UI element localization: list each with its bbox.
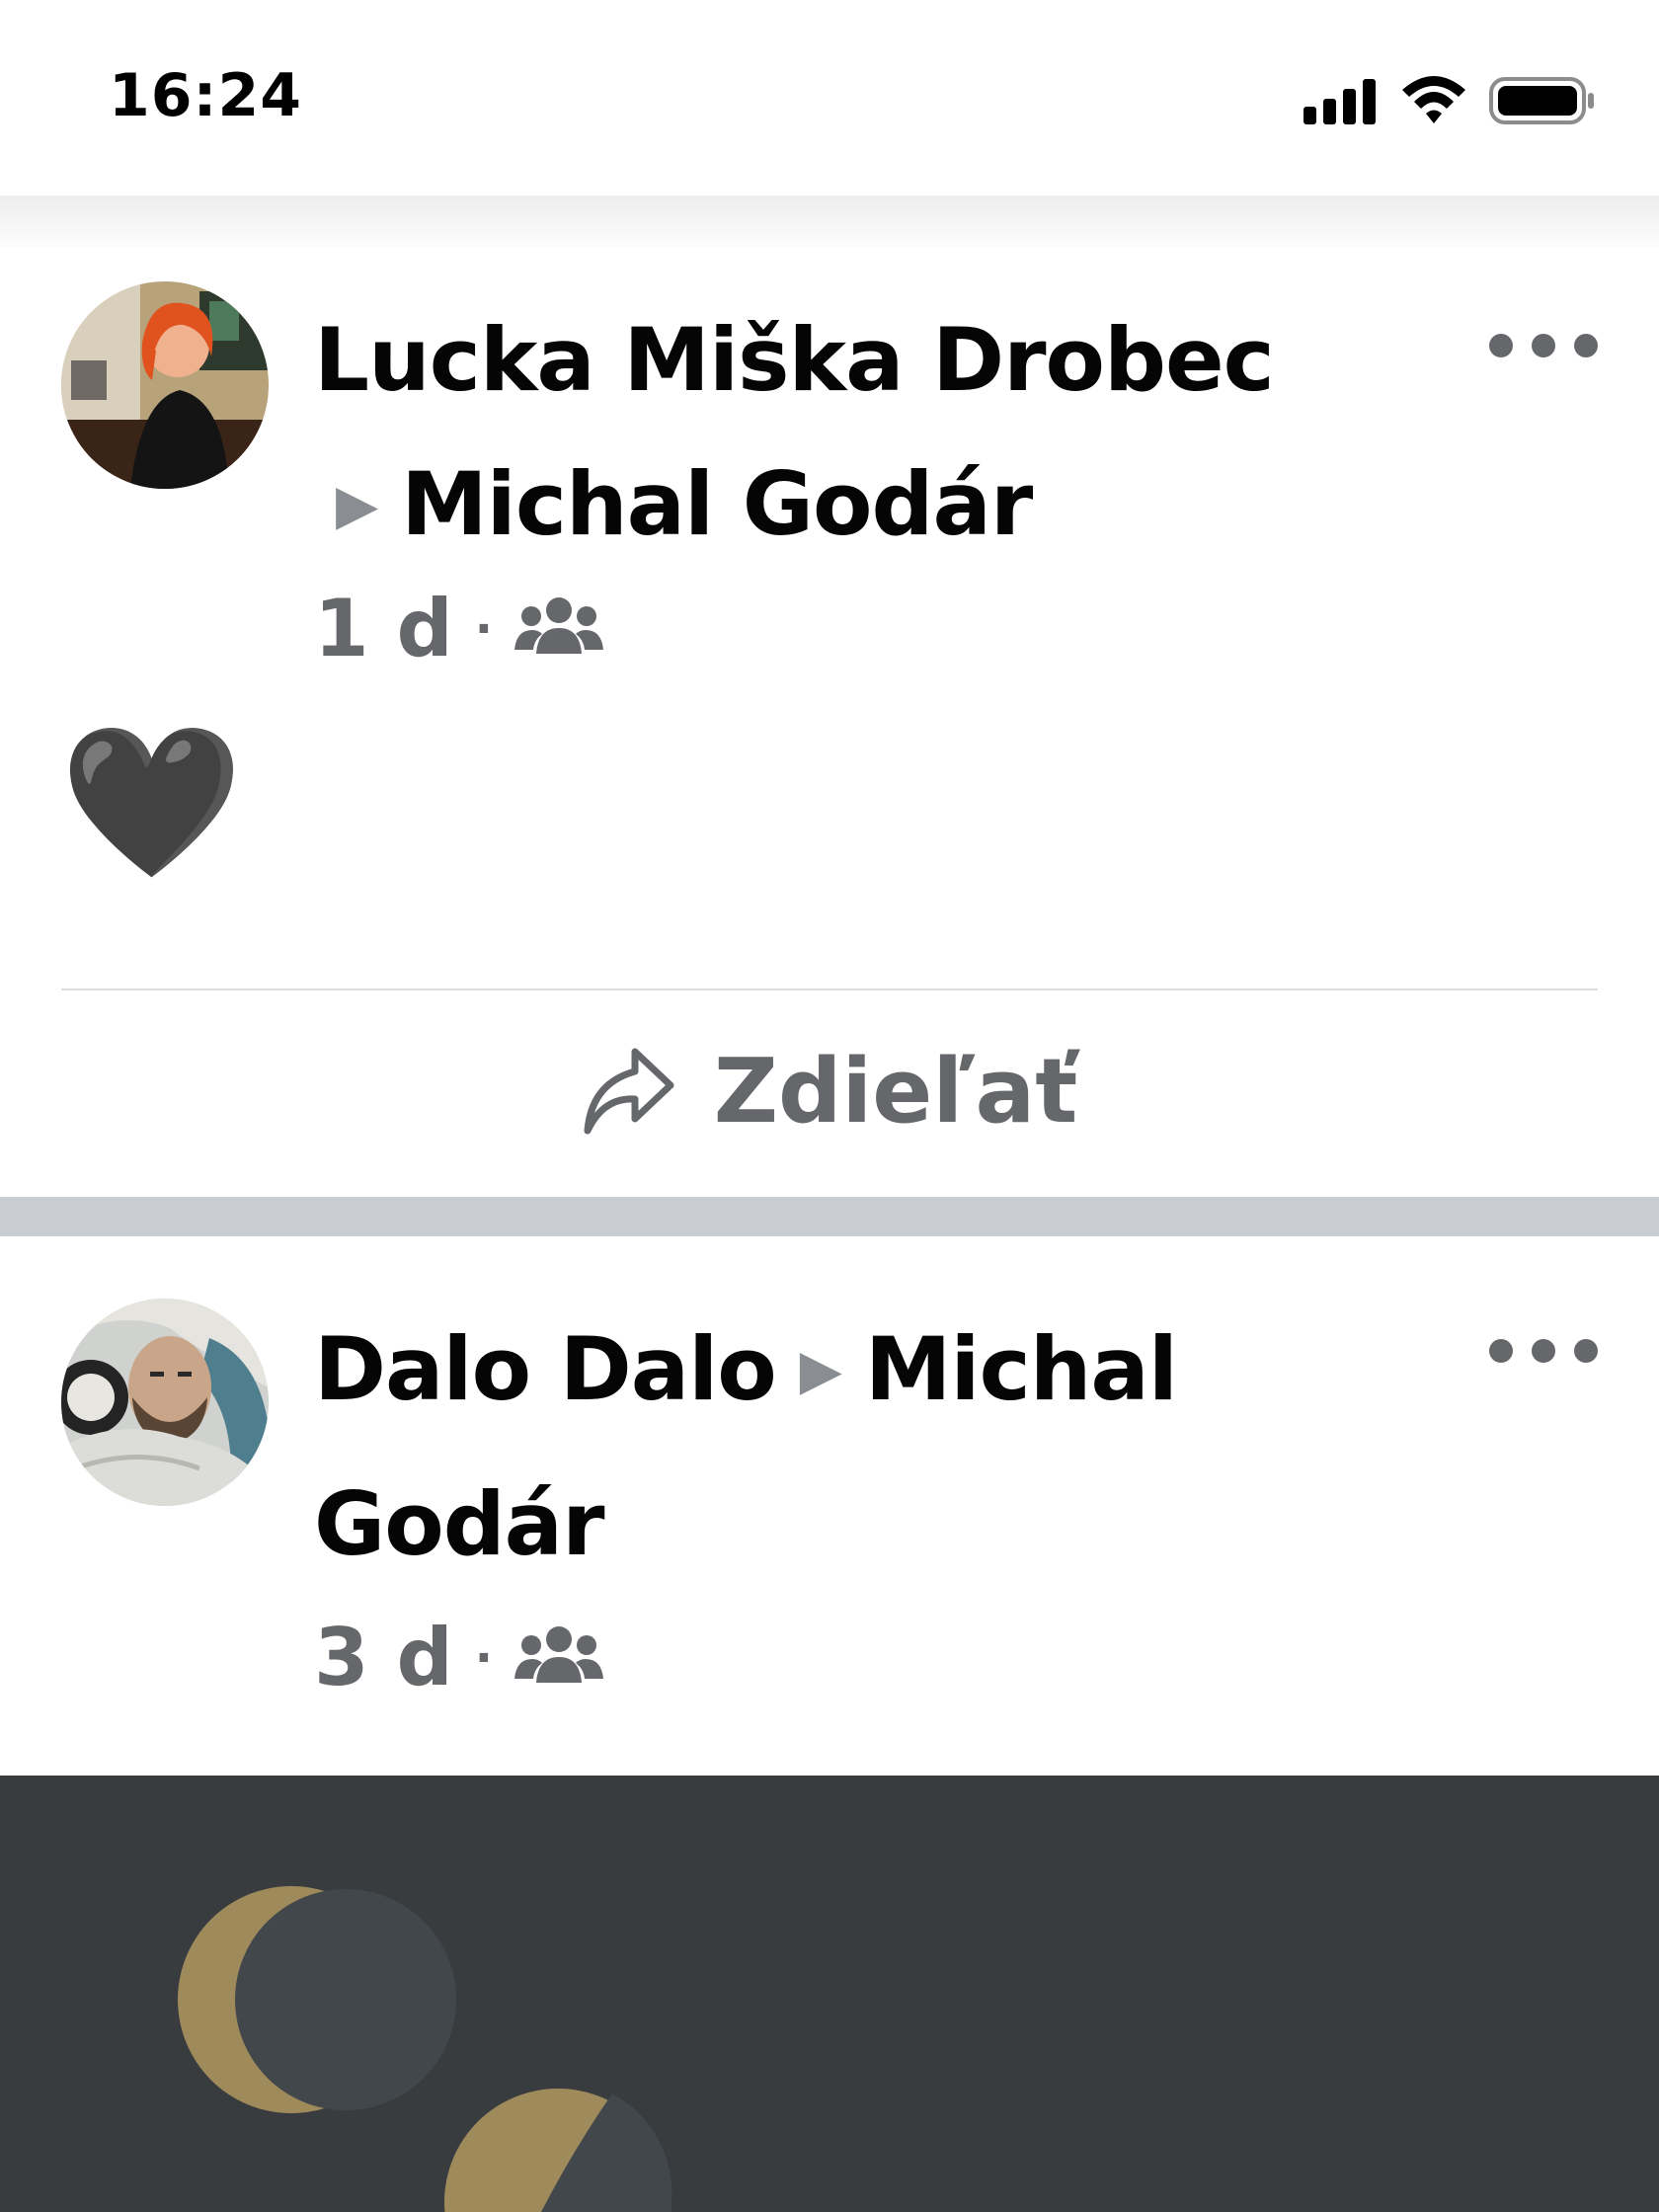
group-icon bbox=[514, 1612, 604, 1703]
dot-icon bbox=[1489, 1339, 1513, 1363]
to-arrow-icon: ▶ bbox=[336, 473, 378, 538]
post-time[interactable]: 1 d bbox=[314, 583, 453, 674]
dot-icon bbox=[1574, 1339, 1598, 1363]
share-label: Zdieľať bbox=[713, 1039, 1078, 1144]
author-name[interactable]: Lucka Miška Drobec bbox=[314, 309, 1275, 411]
status-bar: 16:24 bbox=[0, 0, 1659, 198]
post: Lucka Miška Drobec ▶ Michal Godár 1 d · 🖤 bbox=[0, 247, 1659, 1195]
moon-phase-icon bbox=[178, 1886, 456, 2113]
post-time[interactable]: 3 d bbox=[314, 1612, 453, 1703]
action-divider bbox=[61, 988, 1598, 990]
to-arrow-icon: ▶ bbox=[799, 1338, 842, 1403]
dot-icon bbox=[1532, 334, 1555, 357]
more-options-button[interactable] bbox=[1489, 1321, 1598, 1381]
battery-icon bbox=[1489, 76, 1596, 129]
dot-icon bbox=[1532, 1339, 1555, 1363]
avatar[interactable] bbox=[61, 281, 269, 489]
status-divider bbox=[0, 196, 1659, 255]
share-icon bbox=[582, 1044, 676, 1139]
post-media[interactable] bbox=[0, 1776, 1659, 2212]
post-meta: 3 d · bbox=[314, 1612, 604, 1703]
group-icon bbox=[514, 583, 604, 674]
moon-phase-icon bbox=[444, 2089, 672, 2212]
dot-icon bbox=[1489, 334, 1513, 357]
status-time: 16:24 bbox=[109, 61, 302, 130]
status-icons bbox=[1304, 73, 1596, 132]
avatar[interactable] bbox=[61, 1299, 269, 1506]
more-options-button[interactable] bbox=[1489, 316, 1598, 375]
signal-icon bbox=[1304, 77, 1379, 128]
meta-separator: · bbox=[474, 1629, 494, 1686]
author-name[interactable]: Dalo Dalo bbox=[314, 1318, 777, 1420]
meta-separator: · bbox=[474, 600, 494, 657]
target-name[interactable]: Michal Godár bbox=[401, 453, 1033, 555]
feed-separator bbox=[0, 1197, 1659, 1236]
wifi-icon bbox=[1400, 76, 1467, 129]
post-meta: 1 d · bbox=[314, 583, 604, 674]
dot-icon bbox=[1574, 334, 1598, 357]
post-header: Dalo Dalo ▶ Michal Godár bbox=[314, 1298, 1321, 1597]
post-body: 🖤 bbox=[59, 717, 244, 889]
post: Dalo Dalo ▶ Michal Godár 3 d · bbox=[0, 1236, 1659, 1778]
share-button[interactable]: Zdieľať bbox=[0, 992, 1659, 1190]
post-header: Lucka Miška Drobec ▶ Michal Godár bbox=[314, 288, 1400, 588]
